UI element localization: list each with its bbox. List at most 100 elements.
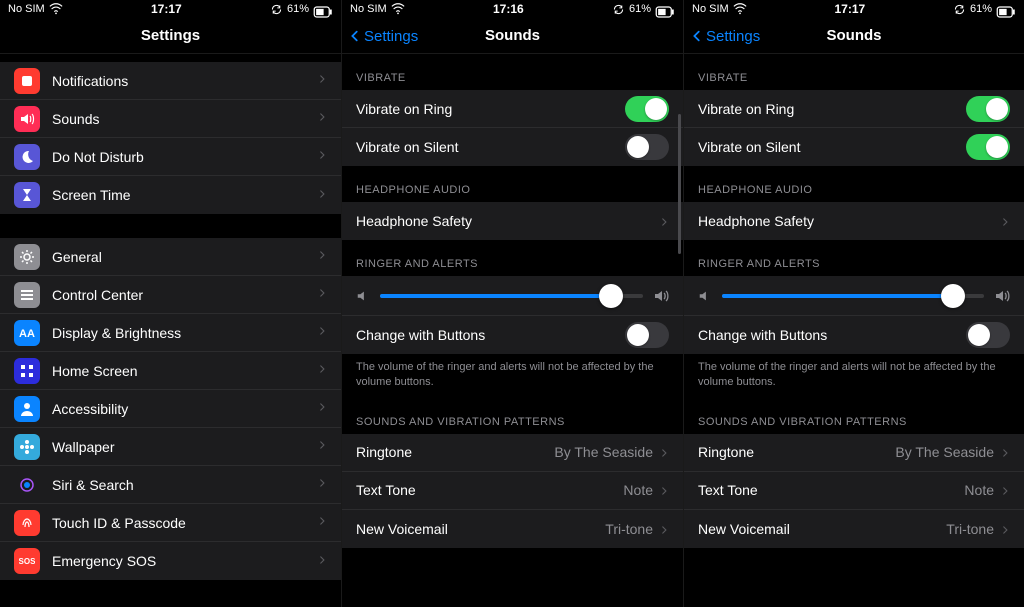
row-text-tone[interactable]: Text Tone Note — [342, 472, 683, 510]
settings-row-emergency-sos[interactable]: SOS Emergency SOS — [0, 542, 341, 580]
row-label: Emergency SOS — [52, 553, 317, 569]
row-label: Change with Buttons — [698, 327, 966, 343]
svg-text:SOS: SOS — [19, 557, 35, 566]
section-group: Headphone Safety — [342, 202, 683, 240]
settings-row-home-screen[interactable]: Home Screen — [0, 352, 341, 390]
screen-0: No SIM 17:17 61% Settings Notifications … — [0, 0, 342, 607]
row-headphone-safety[interactable]: Headphone Safety — [342, 202, 683, 240]
chevron-right-icon — [317, 286, 327, 303]
scroll-area[interactable]: VIBRATE Vibrate on Ring Vibrate on Silen… — [342, 54, 683, 607]
row-headphone-safety[interactable]: Headphone Safety — [684, 202, 1024, 240]
row-new-voicemail[interactable]: New Voicemail Tri-tone — [684, 510, 1024, 548]
scroll-area[interactable]: Notifications Sounds Do Not Disturb Scre… — [0, 54, 341, 607]
section-header: VIBRATE — [342, 54, 683, 90]
toggle-vibrate-on-silent[interactable] — [966, 134, 1010, 160]
sos-text-icon: SOS — [14, 548, 40, 574]
settings-row-touch-id-passcode[interactable]: Touch ID & Passcode — [0, 504, 341, 542]
grid-icon — [14, 358, 40, 384]
nav-bar: Settings — [0, 18, 341, 54]
chevron-left-icon — [690, 29, 704, 43]
ringer-volume-slider[interactable] — [380, 294, 643, 298]
section-group: Vibrate on Ring Vibrate on Silent — [342, 90, 683, 166]
row-value: Tri-tone — [605, 521, 653, 537]
row-vibrate-on-ring[interactable]: Vibrate on Ring — [684, 90, 1024, 128]
chevron-right-icon — [317, 148, 327, 165]
moon-icon — [14, 144, 40, 170]
row-label: Screen Time — [52, 187, 317, 203]
chevron-right-icon — [659, 214, 669, 228]
settings-row-wallpaper[interactable]: Wallpaper — [0, 428, 341, 466]
svg-text:AA: AA — [19, 328, 35, 340]
settings-row-control-center[interactable]: Control Center — [0, 276, 341, 314]
battery-percent: 61% — [629, 3, 651, 15]
ringer-volume-slider[interactable] — [722, 294, 984, 298]
settings-row-do-not-disturb[interactable]: Do Not Disturb — [0, 138, 341, 176]
row-value: Note — [623, 482, 653, 498]
row-label: Ringtone — [356, 444, 554, 460]
notifications-icon — [14, 68, 40, 94]
settings-row-screen-time[interactable]: Screen Time — [0, 176, 341, 214]
back-button[interactable]: Settings — [348, 18, 418, 54]
toggle-change-with-buttons[interactable] — [625, 322, 669, 348]
row-ringtone[interactable]: Ringtone By The Seaside — [684, 434, 1024, 472]
siri-icon — [14, 472, 40, 498]
section-group: Headphone Safety — [684, 202, 1024, 240]
section-group: Change with Buttons — [342, 276, 683, 354]
row-change-with-buttons[interactable]: Change with Buttons — [684, 316, 1024, 354]
wifi-icon — [391, 2, 405, 16]
row-label: Wallpaper — [52, 439, 317, 455]
row-label: Change with Buttons — [356, 327, 625, 343]
settings-row-display-brightness[interactable]: AA Display & Brightness — [0, 314, 341, 352]
row-label: Display & Brightness — [52, 325, 317, 341]
chevron-right-icon — [317, 438, 327, 455]
row-label: Sounds — [52, 111, 317, 127]
row-text-tone[interactable]: Text Tone Note — [684, 472, 1024, 510]
battery-icon — [655, 2, 675, 16]
settings-row-sounds[interactable]: Sounds — [0, 100, 341, 138]
sync-icon — [612, 3, 625, 16]
chevron-right-icon — [659, 483, 669, 497]
ringer-volume-row — [342, 276, 683, 316]
page-title: Sounds — [485, 27, 540, 44]
chevron-right-icon — [317, 110, 327, 127]
row-label: Text Tone — [698, 482, 964, 498]
row-vibrate-on-silent[interactable]: Vibrate on Silent — [342, 128, 683, 166]
status-bar: No SIM 17:16 61% — [342, 0, 683, 18]
row-label: New Voicemail — [698, 521, 946, 537]
section-footer: The volume of the ringer and alerts will… — [684, 354, 1024, 398]
nav-bar: Settings Sounds — [342, 18, 683, 54]
section-header: HEADPHONE AUDIO — [342, 166, 683, 202]
row-label: Home Screen — [52, 363, 317, 379]
toggle-vibrate-on-ring[interactable] — [966, 96, 1010, 122]
section-footer: The volume of the ringer and alerts will… — [342, 354, 683, 398]
status-bar: No SIM 17:17 61% — [684, 0, 1024, 18]
chevron-right-icon — [317, 514, 327, 531]
row-vibrate-on-ring[interactable]: Vibrate on Ring — [342, 90, 683, 128]
section-header: SOUNDS AND VIBRATION PATTERNS — [342, 398, 683, 434]
speaker-icon — [14, 106, 40, 132]
toggle-change-with-buttons[interactable] — [966, 322, 1010, 348]
ringer-volume-row — [684, 276, 1024, 316]
row-label: Notifications — [52, 73, 317, 89]
toggle-vibrate-on-ring[interactable] — [625, 96, 669, 122]
row-label: Accessibility — [52, 401, 317, 417]
row-ringtone[interactable]: Ringtone By The Seaside — [342, 434, 683, 472]
carrier-label: No SIM — [692, 3, 729, 15]
row-change-with-buttons[interactable]: Change with Buttons — [342, 316, 683, 354]
section-header: RINGER AND ALERTS — [684, 240, 1024, 276]
row-label: Headphone Safety — [356, 213, 659, 229]
back-label: Settings — [364, 28, 418, 45]
toggle-vibrate-on-silent[interactable] — [625, 134, 669, 160]
back-button[interactable]: Settings — [690, 18, 760, 54]
settings-row-notifications[interactable]: Notifications — [0, 62, 341, 100]
settings-row-accessibility[interactable]: Accessibility — [0, 390, 341, 428]
scrollbar[interactable] — [678, 114, 681, 254]
scroll-area[interactable]: VIBRATE Vibrate on Ring Vibrate on Silen… — [684, 54, 1024, 607]
row-label: Control Center — [52, 287, 317, 303]
settings-row-siri-search[interactable]: Siri & Search — [0, 466, 341, 504]
section-group: Ringtone By The Seaside Text Tone Note N… — [342, 434, 683, 548]
row-vibrate-on-silent[interactable]: Vibrate on Silent — [684, 128, 1024, 166]
row-label: Vibrate on Ring — [356, 101, 625, 117]
row-new-voicemail[interactable]: New Voicemail Tri-tone — [342, 510, 683, 548]
settings-row-general[interactable]: General — [0, 238, 341, 276]
